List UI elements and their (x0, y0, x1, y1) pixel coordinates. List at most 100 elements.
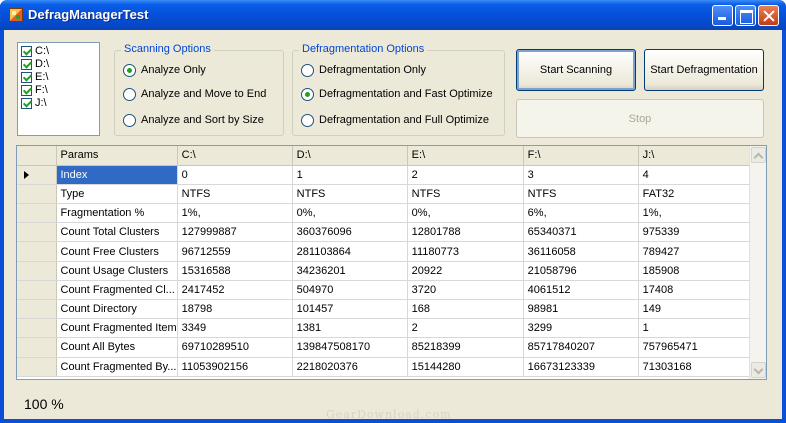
value-cell[interactable]: 1%, (177, 203, 293, 224)
value-cell[interactable]: NTFS (407, 184, 524, 205)
value-cell[interactable]: 15144280 (407, 357, 524, 377)
value-cell[interactable]: 149 (638, 299, 759, 320)
value-cell[interactable]: 4061512 (523, 280, 639, 301)
checkbox-icon[interactable] (21, 85, 32, 96)
value-cell[interactable]: 65340371 (523, 222, 639, 243)
row-header[interactable] (17, 337, 57, 358)
param-name-cell[interactable]: Count All Bytes (56, 337, 178, 358)
value-cell[interactable]: 139847508170 (292, 337, 408, 358)
value-cell[interactable]: 85218399 (407, 337, 524, 358)
value-cell[interactable]: 34236201 (292, 261, 408, 281)
value-cell[interactable]: 3349 (177, 318, 293, 339)
row-header[interactable] (17, 318, 57, 339)
param-name-cell[interactable]: Type (56, 184, 178, 205)
row-header[interactable] (17, 165, 57, 185)
value-cell[interactable]: NTFS (523, 184, 639, 205)
param-name-cell[interactable]: Index (56, 165, 178, 185)
value-cell[interactable]: 11053902156 (177, 357, 293, 377)
table-row[interactable]: Count Fragmented Cl... 2417452 504970 3720 4… (17, 280, 759, 301)
scroll-down-icon[interactable] (751, 362, 766, 378)
value-cell[interactable]: 16673123339 (523, 357, 639, 377)
close-button[interactable] (758, 5, 779, 26)
column-header[interactable]: J:\ (638, 146, 759, 166)
value-cell[interactable]: 20922 (407, 261, 524, 281)
value-cell[interactable]: 2 (407, 318, 524, 339)
column-header[interactable]: E:\ (407, 146, 524, 166)
param-name-cell[interactable]: Count Fragmented Cl... (56, 280, 178, 301)
value-cell[interactable]: 757965471 (638, 337, 759, 358)
value-cell[interactable]: 21058796 (523, 261, 639, 281)
value-cell[interactable]: 360376096 (292, 222, 408, 243)
value-cell[interactable]: 1 (292, 165, 408, 185)
param-name-cell[interactable]: Count Total Clusters (56, 222, 178, 243)
value-cell[interactable]: 4 (638, 165, 759, 185)
radio-icon[interactable] (123, 114, 136, 127)
value-cell[interactable]: 2417452 (177, 280, 293, 301)
vertical-scrollbar[interactable] (749, 146, 766, 379)
row-header[interactable] (17, 203, 57, 224)
value-cell[interactable]: 69710289510 (177, 337, 293, 358)
drive-checklist[interactable]: C:\ D:\ E:\ F:\ J:\ (17, 42, 100, 136)
radio-icon[interactable] (301, 114, 314, 127)
value-cell[interactable]: 18798 (177, 299, 293, 320)
value-cell[interactable]: NTFS (292, 184, 408, 205)
table-row[interactable]: Count Free Clusters 96712559 281103864 1118… (17, 241, 759, 262)
checkbox-icon[interactable] (21, 72, 32, 83)
start-scanning-button[interactable]: Start Scanning (516, 49, 636, 91)
param-name-cell[interactable]: Count Fragmented Item (56, 318, 178, 339)
value-cell[interactable]: 3299 (523, 318, 639, 339)
radio-icon[interactable] (123, 88, 136, 101)
value-cell[interactable]: 101457 (292, 299, 408, 320)
table-row[interactable]: Count Directory 18798 101457 168 98981 149 (17, 299, 759, 320)
params-data-grid[interactable]: Params C:\ D:\ E:\ F:\ J:\ Index 0 1 2 3 4 Typ… (16, 145, 767, 380)
value-cell[interactable]: 2 (407, 165, 524, 185)
value-cell[interactable]: 0%, (292, 203, 408, 224)
column-header[interactable]: D:\ (292, 146, 408, 166)
value-cell[interactable]: 17408 (638, 280, 759, 301)
table-row[interactable]: Type NTFS NTFS NTFS NTFS FAT32 (17, 184, 759, 205)
value-cell[interactable]: 98981 (523, 299, 639, 320)
value-cell[interactable]: 2218020376 (292, 357, 408, 377)
value-cell[interactable]: NTFS (177, 184, 293, 205)
value-cell[interactable]: 1381 (292, 318, 408, 339)
table-row[interactable]: Count Total Clusters 127999887 360376096 12… (17, 222, 759, 243)
column-header[interactable]: Params (56, 146, 178, 166)
param-name-cell[interactable]: Count Directory (56, 299, 178, 320)
title-bar[interactable]: DefragManagerTest (0, 0, 786, 30)
value-cell[interactable]: 168 (407, 299, 524, 320)
row-header[interactable] (17, 241, 57, 262)
value-cell[interactable]: FAT32 (638, 184, 759, 205)
value-cell[interactable]: 127999887 (177, 222, 293, 243)
table-row[interactable]: Fragmentation % 1%, 0%, 0%, 6%, 1%, (17, 203, 759, 224)
value-cell[interactable]: 1 (638, 318, 759, 339)
scroll-up-icon[interactable] (751, 147, 766, 163)
value-cell[interactable]: 1%, (638, 203, 759, 224)
column-header[interactable]: F:\ (523, 146, 639, 166)
value-cell[interactable]: 3720 (407, 280, 524, 301)
row-header[interactable] (17, 299, 57, 320)
radio-icon[interactable] (301, 64, 314, 77)
value-cell[interactable]: 6%, (523, 203, 639, 224)
value-cell[interactable]: 15316588 (177, 261, 293, 281)
param-name-cell[interactable]: Count Free Clusters (56, 241, 178, 262)
checkbox-icon[interactable] (21, 46, 32, 57)
value-cell[interactable]: 36116058 (523, 241, 639, 262)
start-defragmentation-button[interactable]: Start Defragmentation (644, 49, 764, 91)
value-cell[interactable]: 185908 (638, 261, 759, 281)
radio-icon[interactable] (123, 64, 136, 77)
checkbox-icon[interactable] (21, 59, 32, 70)
row-header[interactable] (17, 184, 57, 205)
value-cell[interactable]: 3 (523, 165, 639, 185)
value-cell[interactable]: 789427 (638, 241, 759, 262)
table-row[interactable]: Count Fragmented By... 11053902156 2218020… (17, 357, 759, 377)
value-cell[interactable]: 11180773 (407, 241, 524, 262)
table-row[interactable]: Count Usage Clusters 15316588 34236201 2092… (17, 261, 759, 281)
value-cell[interactable]: 12801788 (407, 222, 524, 243)
table-row[interactable]: Index 0 1 2 3 4 (17, 165, 759, 185)
param-name-cell[interactable]: Count Fragmented By... (56, 357, 178, 377)
param-name-cell[interactable]: Count Usage Clusters (56, 261, 178, 281)
value-cell[interactable]: 975339 (638, 222, 759, 243)
radio-icon[interactable] (301, 88, 314, 101)
value-cell[interactable]: 281103864 (292, 241, 408, 262)
row-header[interactable] (17, 357, 57, 377)
